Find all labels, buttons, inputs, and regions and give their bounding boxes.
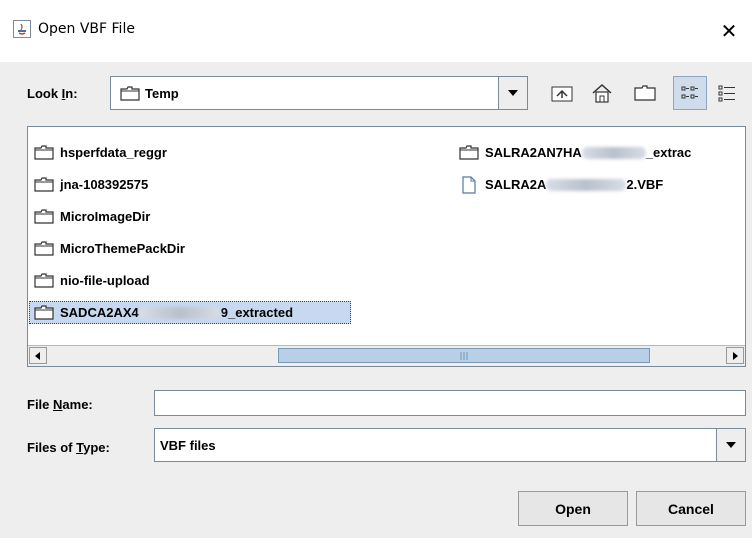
list-item[interactable]: MicroThemePackDir (30, 237, 185, 260)
redacted-blur (138, 306, 221, 319)
list-item-label: nio-file-upload (60, 273, 150, 288)
home-icon (592, 83, 612, 103)
look-in-value: Temp (145, 86, 179, 101)
close-icon: ✕ (720, 19, 738, 43)
java-app-icon (13, 20, 31, 38)
list-item-label-suffix: _extrac (645, 145, 692, 160)
list-item-label-suffix: 9_extracted (220, 305, 294, 320)
file-icon (459, 175, 479, 194)
new-folder-button[interactable] (628, 76, 662, 110)
folder-icon (34, 305, 54, 320)
folder-icon (34, 273, 54, 288)
file-name-label: File Name: (27, 397, 93, 412)
horizontal-scrollbar[interactable] (28, 345, 745, 366)
list-item[interactable]: MicroImageDir (30, 205, 150, 228)
close-button[interactable]: ✕ (706, 0, 752, 62)
list-item-label: hsperfdata_reggr (60, 145, 167, 160)
home-button[interactable] (585, 76, 619, 110)
list-item[interactable]: SALRA2AN7HA _extrac (455, 141, 691, 164)
folder-icon (34, 209, 54, 224)
arrow-right-icon (733, 351, 738, 360)
list-item[interactable]: SALRA2A 2.VBF (455, 173, 663, 196)
list-item-label: jna-108392575 (60, 177, 149, 192)
scroll-thumb[interactable] (278, 348, 650, 363)
arrow-left-icon (35, 351, 40, 360)
list-item-label-suffix: 2.VBF (626, 177, 664, 192)
list-item-label-prefix: SALRA2AN7HA (485, 145, 582, 160)
list-item[interactable]: jna-108392575 (30, 173, 148, 196)
file-type-value: VBF files (160, 438, 216, 453)
list-item-label: MicroImageDir (60, 209, 151, 224)
cancel-button[interactable]: Cancel (636, 491, 746, 526)
file-type-label: Files of Type: (27, 440, 110, 455)
up-one-level-icon (551, 86, 573, 102)
list-item-label-prefix: SADCA2AX4 (60, 305, 139, 320)
up-one-level-button[interactable] (545, 76, 579, 110)
folder-icon (34, 241, 54, 256)
redacted-blur (546, 178, 627, 191)
folder-icon (120, 86, 140, 104)
scroll-right-button[interactable] (726, 347, 744, 364)
new-folder-icon (634, 85, 656, 101)
window-title: Open VBF File (38, 21, 135, 37)
list-item-label: MicroThemePackDir (60, 241, 185, 256)
file-list[interactable]: hsperfdata_reggr jna-108392575 MicroImag… (27, 126, 746, 367)
folder-icon (34, 145, 54, 160)
list-view-button[interactable] (673, 76, 707, 110)
grip-icon (460, 351, 468, 360)
list-item-label-prefix: SALRA2A (485, 177, 547, 192)
file-name-input[interactable] (154, 390, 746, 416)
redacted-blur (581, 146, 646, 159)
list-item-selected[interactable]: SADCA2AX4 9_extracted (29, 301, 351, 324)
look-in-combo[interactable]: Temp (110, 76, 528, 110)
file-type-dropdown-button[interactable] (716, 429, 745, 461)
look-in-dropdown-button[interactable] (498, 77, 527, 109)
details-view-button[interactable] (710, 76, 744, 110)
folder-icon (34, 177, 54, 192)
scroll-left-button[interactable] (29, 347, 47, 364)
file-type-combo[interactable]: VBF files (154, 428, 746, 462)
chevron-down-icon (726, 442, 736, 448)
look-in-label: Look In: (27, 86, 78, 101)
list-item[interactable]: hsperfdata_reggr (30, 141, 167, 164)
title-bar: Open VBF File ✕ (0, 0, 752, 62)
list-view-icon (681, 86, 698, 99)
folder-icon (459, 145, 479, 160)
list-item[interactable]: nio-file-upload (30, 269, 150, 292)
chevron-down-icon (508, 90, 518, 96)
details-view-icon (718, 85, 735, 102)
open-button[interactable]: Open (518, 491, 628, 526)
